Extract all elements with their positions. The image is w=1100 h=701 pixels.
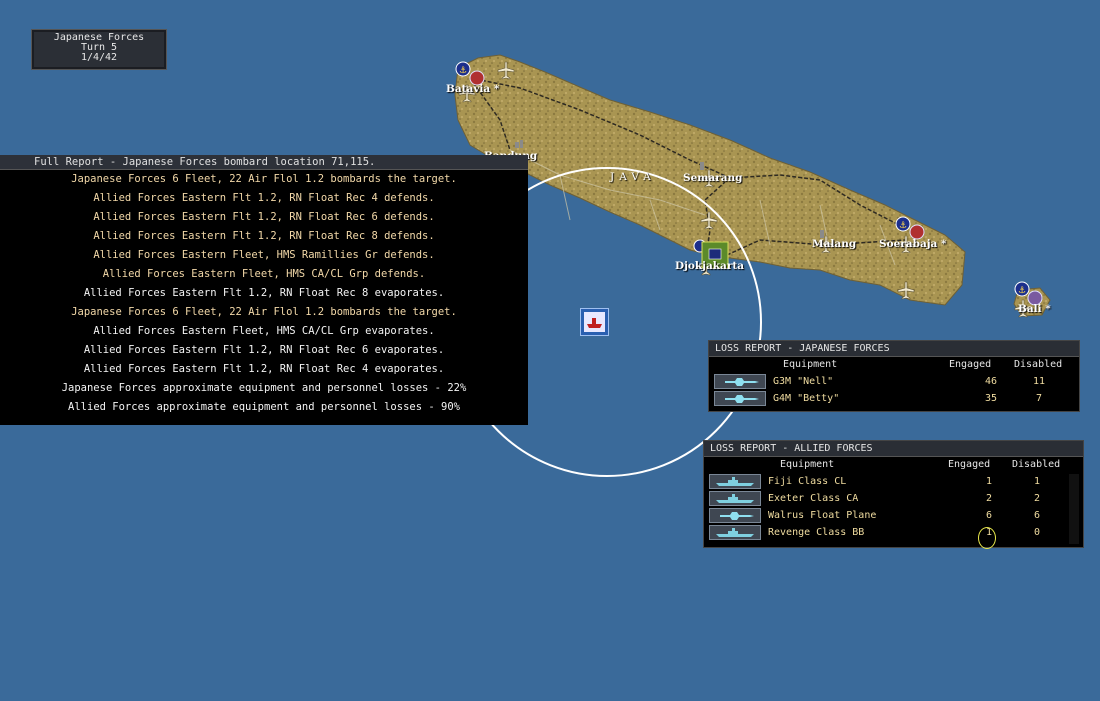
scrollbar[interactable] (1069, 474, 1079, 544)
table-row[interactable]: G4M "Betty" 35 7 (709, 390, 1079, 407)
col-disabled: Disabled (1012, 459, 1061, 470)
equipment-name: Walrus Float Plane (768, 510, 877, 521)
engaged-count: 2 (985, 493, 993, 504)
report-line: Japanese Forces 6 Fleet, 22 Air Flol 1.2… (71, 306, 457, 318)
loss-report-japanese-title: LOSS REPORT - JAPANESE FORCES (709, 341, 1079, 357)
loss-report-japanese-panel[interactable]: LOSS REPORT - JAPANESE FORCES Equipment … (708, 340, 1080, 412)
aircraft-icon[interactable] (709, 508, 761, 523)
loss-report-allied-panel[interactable]: LOSS REPORT - ALLIED FORCES Equipment En… (703, 440, 1084, 548)
disabled-count: 7 (1035, 393, 1043, 404)
engaged-count: 1 (985, 476, 993, 487)
equipment-name: Exeter Class CA (768, 493, 859, 504)
disabled-count: 2 (1033, 493, 1041, 504)
report-line: Allied Forces Eastern Fleet, HMS CA/CL G… (102, 268, 426, 280)
city-label-semarang[interactable]: Semarang (683, 172, 743, 184)
aircraft-icon[interactable] (714, 391, 766, 406)
report-line: Allied Forces Eastern Flt 1.2, RN Float … (93, 230, 435, 242)
report-line: Allied Forces approximate equipment and … (68, 401, 460, 413)
svg-text:⚓: ⚓ (1018, 286, 1026, 296)
loss-report-header: Equipment Engaged Disabled (704, 457, 1083, 473)
col-disabled: Disabled (1014, 359, 1063, 370)
full-report-title: Full Report - Japanese Forces bombard lo… (0, 155, 528, 170)
report-line: Japanese Forces approximate equipment an… (61, 382, 467, 394)
loss-report-allied-title: LOSS REPORT - ALLIED FORCES (704, 441, 1083, 457)
island-label-java: JAVA (610, 171, 656, 183)
col-equipment: Equipment (783, 359, 838, 370)
loss-report-rows: G3M "Nell" 46 11 G4M "Betty" 35 7 (709, 373, 1079, 407)
city-label-malang[interactable]: Malang (812, 238, 856, 250)
report-line: Allied Forces Eastern Flt 1.2, RN Float … (93, 211, 435, 223)
date-label: 1/4/42 (80, 52, 118, 63)
equipment-name: G4M "Betty" (773, 393, 840, 404)
equipment-name: G3M "Nell" (773, 376, 834, 387)
report-line: Allied Forces Eastern Flt 1.2, RN Float … (83, 363, 445, 375)
ship-icon[interactable] (709, 491, 761, 506)
col-engaged: Engaged (949, 359, 992, 370)
equipment-name: Fiji Class CL (768, 476, 847, 487)
city-label-bali[interactable]: Bali * (1018, 303, 1051, 315)
turn-info-box: Japanese Forces Turn 5 1/4/42 (31, 29, 167, 70)
report-line: Allied Forces Eastern Flt 1.2, RN Float … (93, 192, 435, 204)
col-engaged: Engaged (948, 459, 991, 470)
ship-icon[interactable] (709, 474, 761, 489)
report-line: Allied Forces Eastern Fleet, HMS CA/CL G… (93, 325, 435, 337)
engaged-count: 35 (984, 393, 998, 404)
report-line: Allied Forces Eastern Flt 1.2, RN Float … (83, 287, 445, 299)
svg-text:⚓: ⚓ (459, 66, 467, 76)
table-row[interactable]: Walrus Float Plane 6 6 (704, 507, 1083, 524)
city-label-djokjakarta[interactable]: Djokjakarta (675, 260, 744, 272)
allied-unit-icon[interactable] (708, 248, 722, 260)
report-line: Allied Forces Eastern Fleet, HMS Ramilli… (93, 249, 435, 261)
loss-report-header: Equipment Engaged Disabled (709, 357, 1079, 373)
table-row[interactable]: Revenge Class BB 1 0 (704, 524, 1083, 541)
disabled-count: 1 (1033, 476, 1041, 487)
engaged-count: 6 (985, 510, 993, 521)
table-row[interactable]: G3M "Nell" 46 11 (709, 373, 1079, 390)
aircraft-icon[interactable] (714, 374, 766, 389)
report-line: Japanese Forces 6 Fleet, 22 Air Flol 1.2… (71, 173, 457, 185)
highlight-ring (978, 527, 996, 549)
disabled-count: 11 (1032, 376, 1046, 387)
full-report-panel[interactable]: Full Report - Japanese Forces bombard lo… (0, 155, 528, 425)
city-label-soerabaja[interactable]: Soerabaja * (879, 238, 947, 250)
loss-report-rows: Fiji Class CL 1 1 Exeter Class CA 2 2 Walrus F… (704, 473, 1083, 541)
table-row[interactable]: Exeter Class CA 2 2 (704, 490, 1083, 507)
engaged-count: 46 (984, 376, 998, 387)
report-line: Allied Forces Eastern Flt 1.2, RN Float … (83, 344, 445, 356)
disabled-count: 6 (1033, 510, 1041, 521)
equipment-name: Revenge Class BB (768, 527, 865, 538)
table-row[interactable]: Fiji Class CL 1 1 (704, 473, 1083, 490)
fleet-marker-icon[interactable] (580, 308, 609, 336)
report-lines: Japanese Forces 6 Fleet, 22 Air Flol 1.2… (0, 170, 528, 417)
col-equipment: Equipment (780, 459, 835, 470)
ship-icon[interactable] (709, 525, 761, 540)
city-label-batavia[interactable]: Batavia * (446, 83, 499, 95)
disabled-count: 0 (1033, 527, 1041, 538)
svg-text:⚓: ⚓ (899, 221, 907, 231)
